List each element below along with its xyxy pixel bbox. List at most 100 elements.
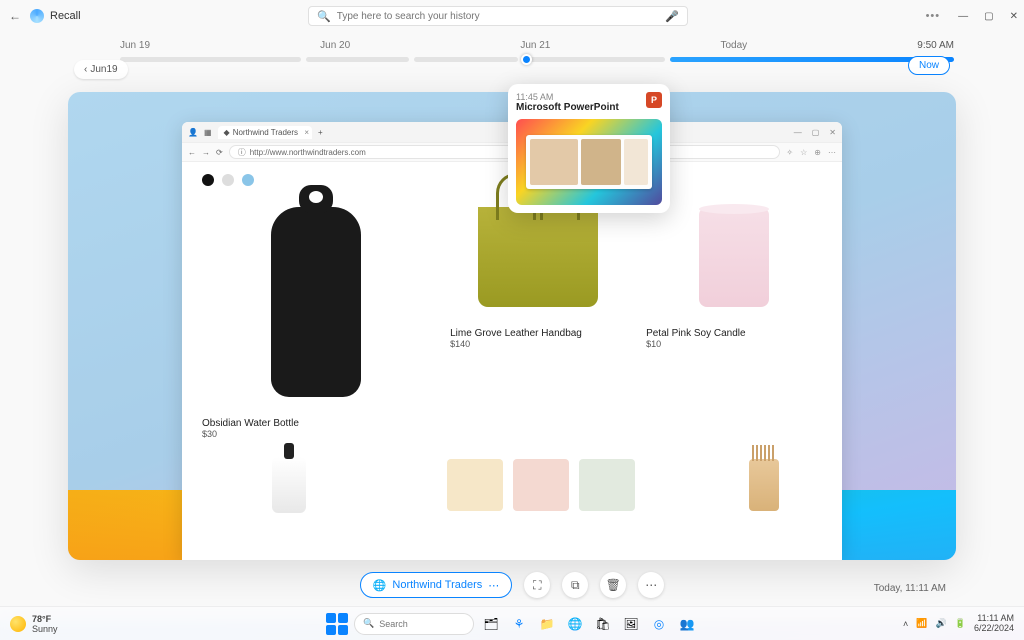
- product-price: $140: [450, 339, 626, 349]
- preview-thumbnail: [516, 119, 662, 205]
- battery-icon[interactable]: 🔋: [955, 618, 966, 629]
- extensions-icon[interactable]: ✧: [786, 148, 793, 157]
- timeline-scrubber[interactable]: [521, 54, 532, 65]
- recall-window: ← Recall 🔍 🎤 ••• — ▢ ✕ ‹ Jun19 Jun 19 Ju…: [0, 0, 1024, 620]
- task-view-icon[interactable]: 🗂: [480, 613, 502, 635]
- product-card[interactable]: [706, 457, 822, 513]
- powerpoint-icon: P: [646, 92, 662, 108]
- product-card-bottle[interactable]: Obsidian Water Bottle $30: [202, 192, 430, 439]
- wifi-icon[interactable]: 📶: [916, 618, 927, 629]
- timeline-label: Today: [720, 40, 747, 51]
- chevron-up-icon[interactable]: ˄: [903, 619, 908, 629]
- new-tab-icon[interactable]: +: [318, 128, 323, 137]
- soap-image: [513, 459, 569, 511]
- taskbar: 78°F Sunny 🔍 Search 🗂 ⚘ 📁 🌐 🛍 🖼 ◎ 👥 ˄ 📶 …: [0, 606, 1024, 640]
- recall-icon[interactable]: ◎: [648, 613, 670, 635]
- soap-image: [447, 459, 503, 511]
- start-button[interactable]: [326, 613, 348, 635]
- nav-back-icon[interactable]: ←: [188, 148, 196, 157]
- explorer-icon[interactable]: 📁: [536, 613, 558, 635]
- preview-app-name: Microsoft PowerPoint: [516, 102, 662, 113]
- tab-close-icon[interactable]: ×: [304, 128, 309, 137]
- delete-icon[interactable]: 🗑: [600, 572, 626, 598]
- back-icon[interactable]: ←: [6, 9, 24, 23]
- history-search-input[interactable]: [337, 11, 660, 22]
- mic-icon[interactable]: 🎤: [665, 10, 679, 23]
- store-icon[interactable]: 🛍: [592, 613, 614, 635]
- browser-tab[interactable]: ◆ Northwind Traders ×: [218, 126, 313, 139]
- product-card[interactable]: [202, 457, 376, 513]
- soap-image: [579, 459, 635, 511]
- taskbar-search-label: Search: [379, 619, 408, 629]
- product-card-candle[interactable]: Petal Pink Soy Candle $10: [646, 192, 822, 439]
- weather-cond: Sunny: [32, 624, 58, 634]
- timeline-label: Jun 21: [520, 40, 550, 51]
- maximize-icon[interactable]: ▢: [984, 11, 993, 22]
- swatch-black[interactable]: [202, 174, 214, 186]
- favorites-icon[interactable]: ☆: [800, 148, 807, 157]
- photos-icon[interactable]: 🖼: [620, 613, 642, 635]
- sun-icon: [10, 616, 26, 632]
- recall-titlebar: ← Recall 🔍 🎤 ••• — ▢ ✕: [0, 0, 1024, 32]
- screenshot-icon[interactable]: ⛶: [524, 572, 550, 598]
- timeline-segment[interactable]: [306, 57, 409, 62]
- minimize-icon[interactable]: —: [958, 11, 968, 22]
- timeline-segment[interactable]: [523, 57, 665, 62]
- system-tray[interactable]: ˄ 📶 🔊 🔋 11:11 AM 6/22/2024: [903, 614, 1014, 634]
- bottle-image: [271, 207, 361, 397]
- now-button[interactable]: Now: [908, 56, 950, 75]
- back-pill-label: Jun19: [90, 64, 117, 75]
- product-card[interactable]: [396, 457, 686, 513]
- more-actions-icon[interactable]: ⋯: [638, 572, 664, 598]
- recall-title: Recall: [50, 10, 81, 22]
- snapshot-timestamp: Today, 11:11 AM: [874, 583, 946, 594]
- pump-image: [272, 457, 306, 513]
- profile-icon[interactable]: 👤: [188, 128, 198, 137]
- swatch-grey[interactable]: [222, 174, 234, 186]
- history-search[interactable]: 🔍 🎤: [308, 6, 688, 26]
- swatch-blue[interactable]: [242, 174, 254, 186]
- product-price: $10: [646, 339, 822, 349]
- weather-widget[interactable]: 78°F Sunny: [10, 614, 58, 634]
- chevron-down-icon: ⋯: [488, 579, 499, 592]
- copilot-icon[interactable]: ⚘: [508, 613, 530, 635]
- copy-icon[interactable]: ⧉: [562, 572, 588, 598]
- weather-temp: 78°F: [32, 614, 58, 624]
- browser-minimize-icon[interactable]: —: [794, 128, 802, 137]
- collections-icon[interactable]: ⊕: [814, 148, 821, 157]
- more-icon[interactable]: •••: [926, 10, 941, 22]
- tray-date: 6/22/2024: [974, 624, 1014, 634]
- taskbar-search[interactable]: 🔍 Search: [354, 613, 474, 635]
- product-name: Lime Grove Leather Handbag: [450, 328, 626, 339]
- timeline-label: Jun 19: [120, 40, 150, 51]
- timeline-segment[interactable]: [120, 57, 301, 62]
- product-card-bag[interactable]: Lime Grove Leather Handbag $140: [450, 192, 626, 439]
- edge-icon[interactable]: 🌐: [564, 613, 586, 635]
- refresh-icon[interactable]: ⟳: [216, 148, 223, 157]
- volume-icon[interactable]: 🔊: [936, 618, 947, 629]
- favicon-icon: ◆: [224, 128, 230, 137]
- webpage-content: Obsidian Water Bottle $30 Lime Grove Lea…: [182, 162, 842, 525]
- workspaces-icon[interactable]: ▦: [204, 128, 212, 137]
- url-text: http://www.northwindtraders.com: [250, 148, 366, 157]
- browser-maximize-icon[interactable]: ▢: [812, 128, 820, 137]
- search-icon: 🔍: [317, 10, 331, 23]
- close-icon[interactable]: ✕: [1010, 11, 1018, 22]
- timeline[interactable]: ‹ Jun19 Jun 19 Jun 20 Jun 21 Today 9:50 …: [0, 32, 1024, 82]
- edge-icon: 🌐: [373, 579, 387, 592]
- settings-icon[interactable]: ⋯: [828, 148, 836, 157]
- candle-image: [699, 207, 769, 307]
- snapshot-actionbar: 🌐 Northwind Traders ⋯ ⛶ ⧉ 🗑 ⋯: [0, 572, 1024, 598]
- product-name: Petal Pink Soy Candle: [646, 328, 822, 339]
- timeline-preview-card[interactable]: 11:45 AM Microsoft PowerPoint P: [508, 84, 670, 213]
- tab-title: Northwind Traders: [233, 128, 298, 137]
- address-bar[interactable]: ⓘ http://www.northwindtraders.com: [229, 145, 781, 159]
- open-source-button[interactable]: 🌐 Northwind Traders ⋯: [360, 572, 513, 598]
- nav-fwd-icon[interactable]: →: [202, 148, 210, 157]
- search-icon: 🔍: [363, 618, 374, 629]
- timeline-back-pill[interactable]: ‹ Jun19: [74, 60, 128, 79]
- browser-close-icon[interactable]: ✕: [829, 128, 836, 137]
- product-price: $30: [202, 429, 430, 439]
- teams-icon[interactable]: 👥: [676, 613, 698, 635]
- timeline-segment[interactable]: [414, 57, 517, 62]
